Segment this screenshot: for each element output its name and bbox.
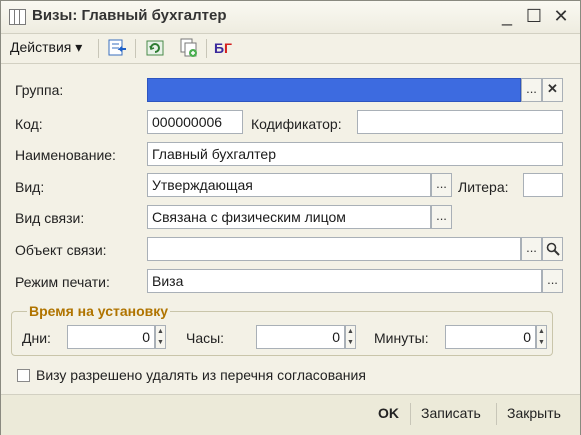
dialog-window: Визы: Главный бухгалтер _ ☐ ✕ Действия ▾… — [0, 0, 581, 435]
print-mode-label: Режим печати: — [15, 274, 110, 290]
group-select-button[interactable]: ... — [521, 78, 542, 102]
days-label: Дни: — [22, 330, 51, 346]
hours-spinner[interactable]: ▲ ▼ — [345, 325, 356, 349]
link-type-field[interactable]: Связана с физическим лицом — [147, 205, 431, 229]
toolbar-separator — [206, 39, 207, 58]
letter-label: Литера: — [458, 179, 509, 195]
select-from-list-icon[interactable] — [107, 38, 127, 58]
allow-delete-checkbox[interactable] — [17, 369, 30, 382]
link-type-label: Вид связи: — [15, 210, 85, 226]
toolbar-separator — [98, 39, 99, 58]
title-bar: Визы: Главный бухгалтер _ ☐ ✕ — [1, 1, 580, 34]
letter-field[interactable] — [523, 173, 563, 197]
svg-text:Б: Б — [214, 40, 224, 56]
code-field[interactable]: 000000006 — [147, 110, 243, 134]
print-mode-select-button[interactable]: ... — [542, 269, 563, 293]
actions-menu[interactable]: Действия ▾ — [10, 39, 82, 56]
table-icon — [9, 9, 26, 25]
print-mode-field[interactable]: Виза — [147, 269, 542, 293]
name-label: Наименование: — [15, 147, 116, 163]
close-button[interactable]: ✕ — [550, 5, 572, 27]
link-object-label: Объект связи: — [15, 242, 107, 258]
minutes-label: Минуты: — [374, 330, 429, 346]
allow-delete-label: Визу разрешено удалять из перечня соглас… — [36, 367, 366, 383]
close-form-button[interactable]: Закрыть — [507, 405, 561, 421]
install-time-legend: Время на установку — [27, 303, 171, 319]
ok-button[interactable]: OK — [378, 405, 399, 421]
hours-label: Часы: — [186, 330, 225, 346]
codifier-field[interactable] — [357, 110, 563, 134]
minutes-spinner[interactable]: ▲ ▼ — [536, 325, 547, 349]
type-field[interactable]: Утверждающая — [147, 173, 431, 197]
refresh-icon[interactable] — [145, 38, 165, 58]
code-label: Код: — [15, 116, 43, 132]
type-select-button[interactable]: ... — [431, 173, 452, 197]
days-spinner[interactable]: ▲ ▼ — [155, 325, 166, 349]
link-object-select-button[interactable]: ... — [521, 237, 542, 261]
link-type-select-button[interactable]: ... — [431, 205, 452, 229]
minutes-field[interactable]: 0 — [445, 325, 536, 349]
toolbar: Действия ▾ Б Г — [1, 34, 580, 64]
svg-text:Г: Г — [224, 40, 232, 56]
save-button[interactable]: Записать — [421, 405, 481, 421]
maximize-button[interactable]: ☐ — [523, 5, 545, 27]
minimize-button[interactable]: _ — [496, 5, 518, 27]
bottom-bar: OK Записать Закрыть — [1, 394, 580, 435]
name-field[interactable]: Главный бухгалтер — [147, 142, 563, 166]
link-object-field[interactable] — [147, 237, 521, 261]
toolbar-separator — [135, 39, 136, 58]
group-field[interactable] — [147, 78, 521, 102]
button-separator — [410, 403, 411, 425]
group-clear-button[interactable]: ✕ — [542, 78, 563, 102]
codifier-label: Кодификатор: — [251, 116, 342, 132]
copy-icon[interactable] — [179, 38, 199, 58]
window-title: Визы: Главный бухгалтер — [32, 7, 227, 24]
days-field[interactable]: 0 — [67, 325, 155, 349]
search-icon[interactable] — [542, 237, 563, 261]
button-separator — [496, 403, 497, 425]
bp-logo-icon[interactable]: Б Г — [213, 38, 239, 58]
hours-field[interactable]: 0 — [256, 325, 345, 349]
type-label: Вид: — [15, 179, 45, 195]
group-label: Группа: — [15, 82, 64, 98]
